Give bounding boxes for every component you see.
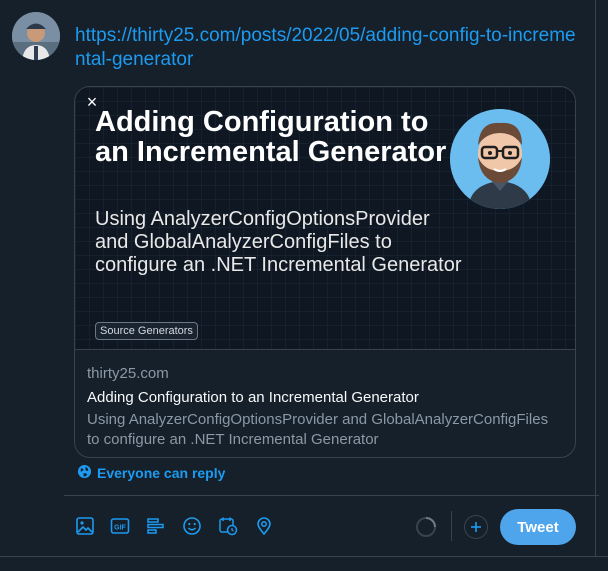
divider	[64, 495, 599, 496]
card-image-tag: Source Generators	[95, 322, 198, 340]
reply-setting-label: Everyone can reply	[97, 465, 226, 481]
user-avatar[interactable]	[12, 12, 60, 60]
card-image: × Adding Configuration to an Incremental…	[75, 87, 575, 350]
link-preview-card[interactable]: × Adding Configuration to an Incremental…	[74, 86, 576, 458]
composer-bottom-border	[0, 556, 608, 557]
card-description: Using AnalyzerConfigOptionsProvider and …	[87, 411, 549, 448]
schedule-icon[interactable]	[218, 516, 238, 536]
toolbar-separator	[451, 511, 452, 541]
card-image-title: Adding Configuration to an Incremental G…	[95, 106, 447, 168]
emoji-icon[interactable]	[182, 516, 202, 536]
gif-icon[interactable]: GIF	[110, 516, 130, 536]
character-count-ring	[415, 516, 437, 538]
tweet-link[interactable]: https://thirty25.com/posts/2022/05/addin…	[75, 24, 585, 72]
column-border	[595, 0, 596, 556]
plus-icon	[471, 522, 481, 532]
tweet-button[interactable]: Tweet	[500, 509, 576, 545]
svg-text:GIF: GIF	[114, 525, 126, 532]
location-icon[interactable]	[254, 516, 274, 536]
add-tweet-button[interactable]	[464, 515, 488, 539]
globe-icon	[77, 464, 92, 482]
cartoon-avatar-icon	[450, 109, 550, 209]
reply-setting-button[interactable]: Everyone can reply	[77, 463, 225, 483]
media-icon[interactable]	[75, 516, 95, 536]
card-domain: thirty25.com	[87, 365, 169, 382]
poll-icon[interactable]	[146, 516, 166, 536]
card-title: Adding Configuration to an Incremental G…	[87, 389, 419, 406]
card-image-subtitle: Using AnalyzerConfigOptionsProvider and …	[95, 208, 462, 276]
